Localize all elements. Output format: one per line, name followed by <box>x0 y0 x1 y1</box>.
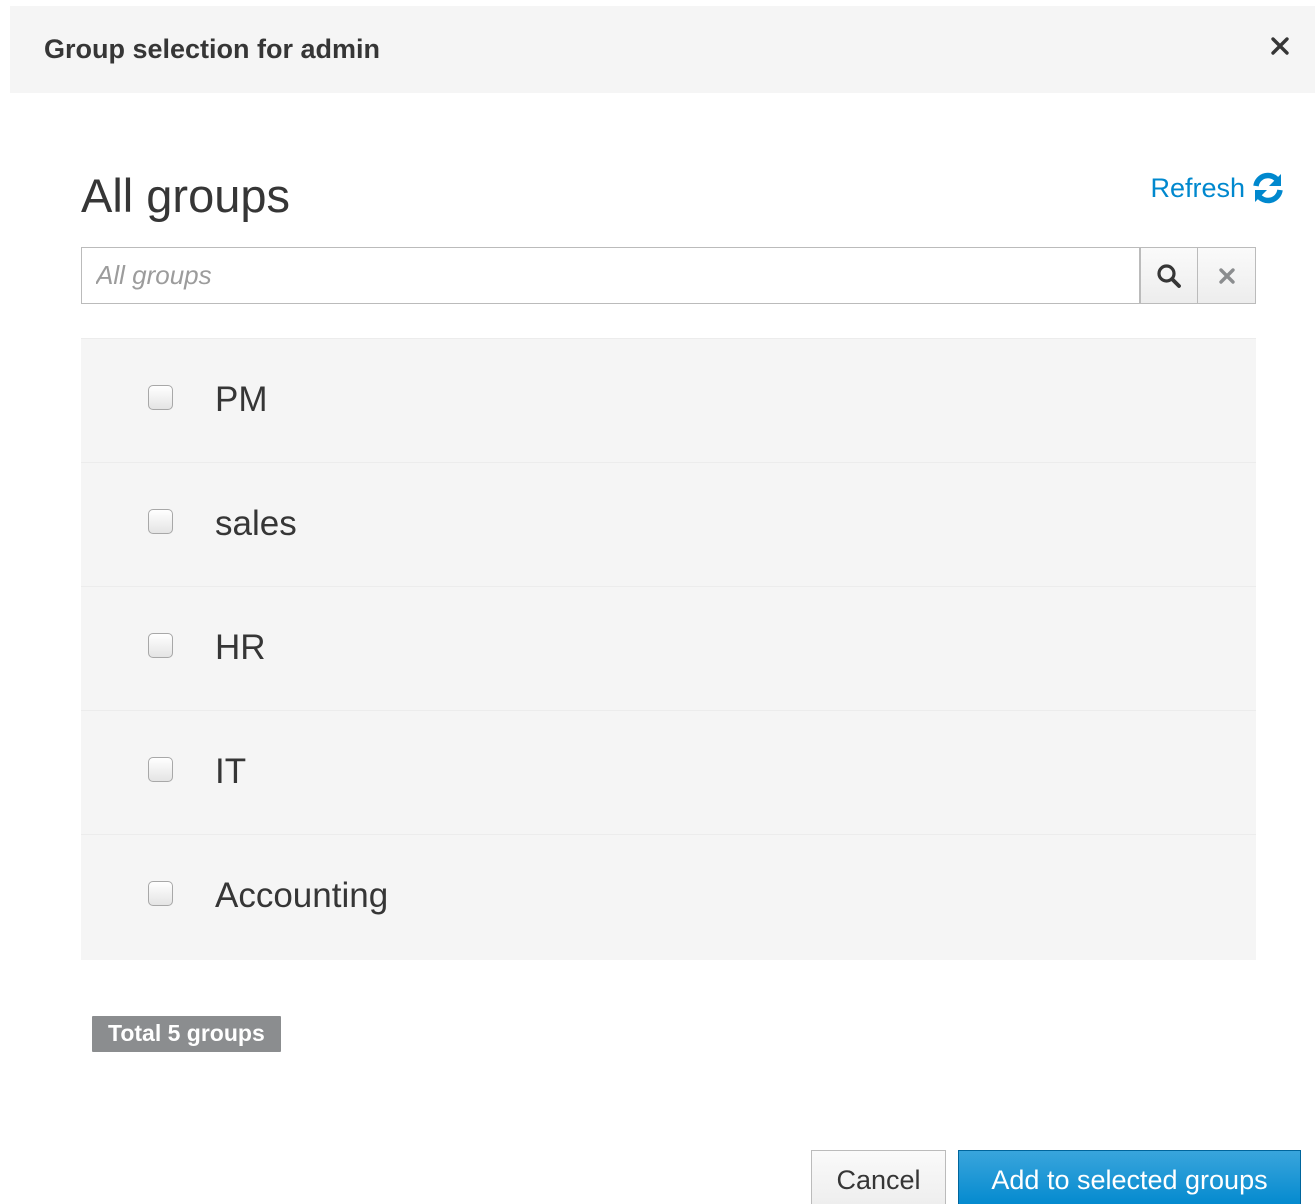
clear-search-button[interactable] <box>1198 247 1256 304</box>
modal-header: Group selection for admin <box>10 6 1315 93</box>
group-name: sales <box>215 504 297 543</box>
total-count-badge: Total 5 groups <box>92 1016 281 1052</box>
list-item[interactable]: HR <box>81 587 1256 711</box>
group-name: IT <box>215 752 247 791</box>
search-input[interactable] <box>81 247 1140 304</box>
close-button[interactable] <box>1267 32 1293 62</box>
clear-icon <box>1218 267 1235 284</box>
section-title: All groups <box>81 169 290 222</box>
group-name: HR <box>215 628 266 667</box>
list-item[interactable]: Accounting <box>81 835 1256 960</box>
search-bar <box>81 247 1256 304</box>
list-item[interactable]: PM <box>81 339 1256 463</box>
group-list: PM sales HR IT Accounting <box>81 338 1256 960</box>
refresh-link[interactable]: Refresh <box>1150 172 1285 204</box>
add-to-selected-groups-button[interactable]: Add to selected groups <box>958 1150 1301 1204</box>
refresh-label: Refresh <box>1150 172 1245 203</box>
modal-title: Group selection for admin <box>44 34 381 64</box>
group-checkbox[interactable] <box>148 633 173 658</box>
refresh-icon <box>1253 172 1283 204</box>
search-button[interactable] <box>1140 247 1198 304</box>
group-name: Accounting <box>215 876 389 915</box>
group-checkbox[interactable] <box>148 385 173 410</box>
group-checkbox[interactable] <box>148 757 173 782</box>
group-checkbox[interactable] <box>148 509 173 534</box>
group-name: PM <box>215 380 268 419</box>
search-icon <box>1157 263 1181 288</box>
list-item[interactable]: sales <box>81 463 1256 587</box>
close-icon <box>1271 36 1289 55</box>
list-item[interactable]: IT <box>81 711 1256 835</box>
group-checkbox[interactable] <box>148 881 173 906</box>
cancel-button[interactable]: Cancel <box>811 1150 946 1204</box>
group-selection-modal: Group selection for admin All groups Ref… <box>0 0 1315 1204</box>
